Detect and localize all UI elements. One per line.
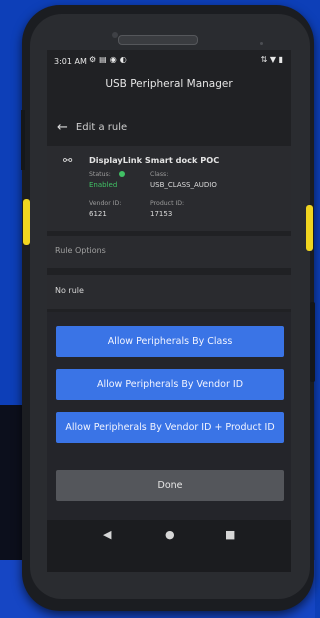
class-value: USB_CLASS_AUDIO xyxy=(150,181,217,189)
edit-rule-title: Edit a rule xyxy=(75,121,128,133)
front-camera-icon xyxy=(112,32,118,38)
left-scan-button[interactable] xyxy=(23,199,30,245)
rule-options-value: No rule xyxy=(55,286,84,295)
proximity-sensor xyxy=(260,42,263,45)
status-bar: 3:01 AM ⚙▤◉◐ ⇅ ▼ ▮ xyxy=(47,50,291,72)
circle-icon: ◐ xyxy=(119,55,130,64)
right-scan-button[interactable] xyxy=(306,205,313,251)
rule-options-label: Rule Options xyxy=(55,246,106,255)
allow-by-vendor-product-button[interactable]: Allow Peripherals By Vendor ID + Product… xyxy=(56,412,284,443)
shield-icon: ◉ xyxy=(109,55,120,64)
allow-by-vendor-button[interactable]: Allow Peripherals By Vendor ID xyxy=(56,369,284,400)
device-name: DisplayLink Smart dock POC xyxy=(89,155,220,165)
vendor-id-label: Vendor ID: xyxy=(89,200,122,207)
app-title: USB Peripheral Manager xyxy=(105,78,233,90)
class-label: Class: xyxy=(150,171,169,178)
product-id-value: 17153 xyxy=(150,210,173,218)
link-icon: ⚯ xyxy=(63,154,73,167)
rule-options-value-row: No rule xyxy=(47,275,291,309)
back-row[interactable]: ← Edit a rule xyxy=(57,119,127,135)
allow-by-class-button[interactable]: Allow Peripherals By Class xyxy=(56,326,284,357)
product-id-label: Product ID: xyxy=(150,200,185,207)
gear-icon: ⚙ xyxy=(89,55,100,64)
volume-button[interactable] xyxy=(310,302,315,382)
power-button[interactable] xyxy=(21,110,25,170)
back-arrow-icon[interactable]: ← xyxy=(57,120,68,135)
nav-home-icon[interactable]: ● xyxy=(165,528,175,541)
rule-options-header: Rule Options xyxy=(47,236,291,268)
status-time: 3:01 AM xyxy=(54,57,87,66)
nav-recents-icon[interactable]: ■ xyxy=(225,528,235,541)
vendor-id-value: 6121 xyxy=(89,210,107,218)
status-check-icon xyxy=(119,171,125,177)
earpiece-speaker xyxy=(118,35,198,45)
message-icon: ▤ xyxy=(99,55,110,64)
nav-back-icon[interactable]: ◀ xyxy=(103,528,111,541)
done-button[interactable]: Done xyxy=(56,470,284,501)
notification-icons: ⚙▤◉◐ xyxy=(89,55,130,64)
signal-battery-icons: ⇅ ▼ ▮ xyxy=(260,55,283,64)
status-value: Enabled xyxy=(89,181,118,189)
phone-screen: 3:01 AM ⚙▤◉◐ ⇅ ▼ ▮ USB Peripheral Manage… xyxy=(47,50,291,572)
status-label: Status: xyxy=(89,171,111,178)
